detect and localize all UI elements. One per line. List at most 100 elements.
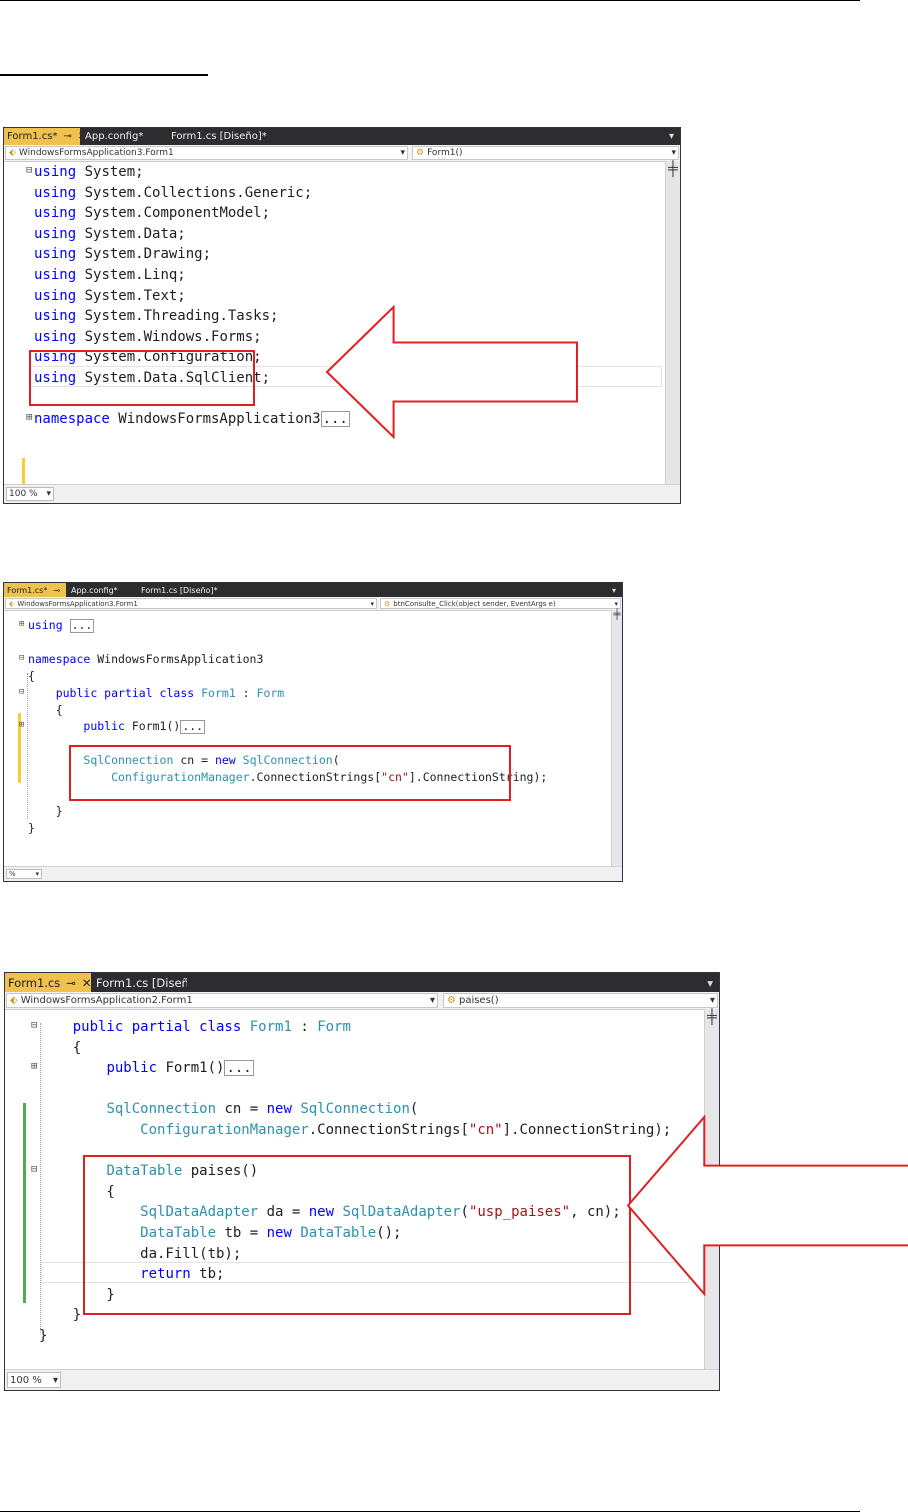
collapsed-region[interactable]: ... bbox=[224, 1060, 254, 1077]
code-text: System.Windows.Forms; bbox=[76, 328, 262, 345]
code-line: using System; bbox=[34, 162, 144, 183]
heading-underline bbox=[0, 74, 208, 76]
code-line: } bbox=[28, 820, 35, 837]
keyword: namespace bbox=[34, 411, 110, 428]
type-name: ConfigurationManager bbox=[140, 1122, 309, 1138]
keyword: using bbox=[34, 308, 77, 325]
code-line: ConfigurationManager.ConnectionStrings["… bbox=[39, 1120, 671, 1141]
expand-icon[interactable]: ⊞ bbox=[26, 411, 32, 423]
code-text: ( bbox=[409, 1101, 419, 1118]
collapse-icon[interactable]: ⊟ bbox=[31, 1019, 37, 1031]
split-icon[interactable]: ╪ bbox=[666, 161, 680, 175]
code-text: WindowsFormsApplication3 bbox=[90, 651, 264, 666]
code-line: } bbox=[39, 1326, 47, 1347]
collapse-icon[interactable]: ⊟ bbox=[19, 687, 24, 697]
keyword: using bbox=[28, 618, 63, 632]
vertical-scrollbar[interactable]: ╪ bbox=[611, 610, 622, 867]
code-line: using System.Linq; bbox=[34, 265, 186, 286]
code-line: public partial class Form1 : Form bbox=[28, 685, 285, 702]
chevron-down-icon[interactable]: ▾ bbox=[35, 870, 39, 878]
code-line: public partial class Form1 : Form bbox=[39, 1017, 351, 1038]
zoom-value: 100 % bbox=[10, 1374, 42, 1386]
code-line: using System.Data; bbox=[34, 224, 186, 245]
horizontal-scrollbar[interactable]: 100 % ▾ bbox=[5, 1369, 719, 1390]
code-line: { bbox=[28, 668, 35, 685]
keyword: using bbox=[34, 184, 77, 201]
keyword: public bbox=[83, 719, 125, 734]
code-line: public Form1()... bbox=[39, 1058, 254, 1079]
expand-icon[interactable]: ⊞ bbox=[31, 1060, 37, 1072]
type-name: SqlConnection bbox=[300, 1101, 410, 1118]
keyword: using bbox=[34, 164, 77, 180]
arrow-shape bbox=[626, 1115, 908, 1296]
keyword: public partial class bbox=[55, 685, 195, 700]
code-line: } bbox=[39, 1305, 81, 1326]
chevron-down-icon[interactable]: ▾ bbox=[46, 489, 51, 499]
keyword: using bbox=[34, 328, 77, 345]
keyword: using bbox=[34, 205, 77, 222]
keyword: public bbox=[106, 1060, 158, 1077]
page-top-rule bbox=[0, 0, 860, 1]
code-line: public Form1()... bbox=[28, 718, 206, 735]
code-text: System.Data; bbox=[76, 225, 186, 242]
keyword: using bbox=[34, 287, 77, 304]
horizontal-scrollbar[interactable]: 100 % ▾ bbox=[4, 484, 680, 503]
code-line: using System.Windows.Forms; bbox=[34, 327, 262, 348]
expand-icon[interactable]: ⊞ bbox=[19, 720, 24, 730]
split-icon[interactable]: ╪ bbox=[612, 610, 622, 620]
split-icon[interactable]: ╪ bbox=[705, 1009, 719, 1023]
code-text: : bbox=[291, 1019, 318, 1035]
code-line: using System.Collections.Generic; bbox=[34, 183, 312, 204]
keyword: using bbox=[34, 267, 77, 283]
chevron-down-icon[interactable]: ▾ bbox=[53, 1375, 58, 1386]
code-text: } bbox=[28, 803, 63, 818]
editor-window-2: Form1.cs*⊸✕App.config*Form1.cs [Diseño]*… bbox=[3, 582, 623, 882]
zoom-value: % bbox=[9, 870, 16, 878]
type-name: Form bbox=[317, 1019, 351, 1035]
collapse-icon[interactable]: ⊟ bbox=[19, 653, 24, 663]
code-line: { bbox=[39, 1038, 81, 1059]
expand-icon[interactable]: ⊞ bbox=[19, 619, 24, 629]
code-line: } bbox=[28, 803, 63, 820]
code-line: { bbox=[28, 702, 63, 719]
zoom-value: 100 % bbox=[9, 489, 38, 499]
collapse-icon[interactable]: ⊟ bbox=[26, 164, 32, 176]
code-text: Form1() bbox=[157, 1060, 225, 1077]
collapse-icon[interactable]: ⊟ bbox=[31, 1163, 37, 1175]
keyword: namespace bbox=[28, 651, 91, 666]
type-name: Form bbox=[256, 685, 285, 700]
code-text: System; bbox=[76, 164, 144, 180]
code-text: System.Threading.Tasks; bbox=[76, 308, 279, 325]
editor-window-3: Form1.cs⊸✕Form1.cs [Diseño]▾⬖WindowsForm… bbox=[4, 972, 720, 1391]
code-text: { bbox=[28, 702, 63, 717]
collapsed-region[interactable]: ... bbox=[69, 619, 95, 633]
code-text: Form1() bbox=[124, 719, 181, 734]
zoom-combo[interactable]: % ▾ bbox=[6, 869, 42, 879]
code-text: System.Collections.Generic; bbox=[76, 184, 313, 201]
horizontal-scrollbar[interactable]: % ▾ bbox=[4, 866, 622, 881]
code-text: } bbox=[39, 1307, 82, 1324]
code-text: System.Linq; bbox=[76, 267, 186, 283]
code-editor[interactable]: ⊞ using ... ⊟ namespace WindowsFormsApplica… bbox=[4, 583, 622, 881]
code-text: { bbox=[28, 668, 35, 683]
code-text: : bbox=[235, 685, 257, 700]
zoom-combo[interactable]: 100 % ▾ bbox=[6, 487, 54, 501]
type-name: SqlConnection bbox=[106, 1101, 217, 1118]
vertical-scrollbar[interactable]: ╪ bbox=[665, 161, 680, 485]
code-line: namespace WindowsFormsApplication3... bbox=[34, 409, 350, 430]
type-name: Form1 bbox=[249, 1019, 292, 1035]
code-text: System.ComponentModel; bbox=[76, 205, 271, 222]
highlight-box bbox=[83, 1155, 631, 1315]
collapsed-region[interactable]: ... bbox=[180, 720, 206, 734]
code-text: .ConnectionStrings[ bbox=[308, 1122, 469, 1138]
code-line: using System.Text; bbox=[34, 286, 186, 307]
code-text: System.Drawing; bbox=[76, 246, 212, 263]
code-text: } bbox=[28, 820, 35, 835]
code-text: WindowsFormsApplication3 bbox=[109, 411, 321, 428]
zoom-combo[interactable]: 100 % ▾ bbox=[7, 1372, 61, 1388]
